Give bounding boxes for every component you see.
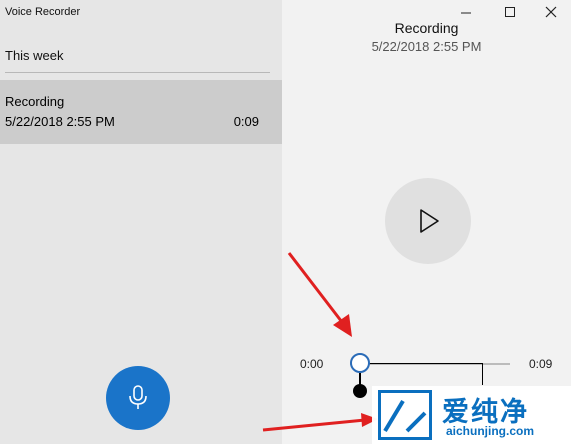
- recording-duration: 0:09: [233, 114, 259, 129]
- time-start: 0:00: [300, 357, 324, 371]
- watermark-url: aichunjing.com: [446, 424, 535, 438]
- time-end: 0:09: [529, 357, 553, 371]
- close-button[interactable]: [541, 3, 561, 21]
- section-header: This week: [5, 48, 64, 63]
- play-icon: [420, 209, 439, 233]
- recordings-pane: Voice Recorder This week Recording 5/22/…: [0, 0, 282, 444]
- marker-line: [362, 363, 483, 364]
- marker-pin[interactable]: [353, 384, 367, 398]
- watermark-logo-icon: [383, 399, 427, 433]
- play-button[interactable]: [385, 178, 471, 264]
- close-icon: [545, 6, 557, 18]
- app-title: Voice Recorder: [5, 6, 81, 18]
- recording-date: 5/22/2018 2:55 PM: [5, 114, 115, 129]
- watermark: 爱纯净 aichunjing.com: [372, 386, 571, 444]
- detail-title: Recording: [394, 20, 459, 36]
- section-divider: [5, 72, 270, 73]
- minimize-icon: [461, 12, 471, 14]
- detail-date: 5/22/2018 2:55 PM: [371, 39, 482, 54]
- list-item[interactable]: Recording 5/22/2018 2:55 PM 0:09: [0, 80, 282, 144]
- maximize-icon: [505, 7, 515, 17]
- recording-name: Recording: [5, 94, 65, 109]
- microphone-icon: [129, 385, 147, 409]
- marker-end: [482, 363, 483, 385]
- seek-thumb[interactable]: [350, 353, 370, 373]
- record-button[interactable]: [106, 366, 170, 430]
- maximize-button[interactable]: [500, 3, 520, 21]
- minimize-button[interactable]: [456, 3, 476, 21]
- watermark-logo: [378, 390, 432, 440]
